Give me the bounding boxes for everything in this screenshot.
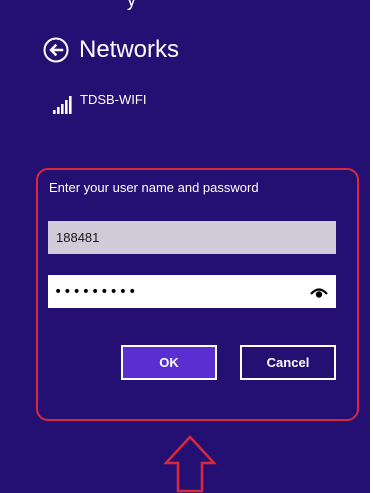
up-arrow-outline-icon [163,435,217,493]
network-settings-panel: y Networks TDSB-WIFI Enter your user nam… [0,0,370,493]
top-cropped-text: y [127,0,136,10]
eye-reveal-icon[interactable] [310,285,328,299]
network-name: TDSB-WIFI [80,92,147,107]
panel-header: Networks [42,36,179,64]
password-field[interactable] [48,275,298,308]
credentials-prompt: Enter your user name and password [49,180,259,195]
back-arrow-circle-icon [43,37,69,63]
back-button[interactable] [42,36,70,64]
screenshot-stage: y Networks TDSB-WIFI Enter your user nam… [0,0,373,493]
ok-button[interactable]: OK [121,345,217,380]
username-field[interactable] [48,221,336,254]
cancel-button[interactable]: Cancel [240,345,336,380]
network-list-item[interactable]: TDSB-WIFI [52,92,147,114]
password-field-container [48,275,336,308]
page-title: Networks [79,36,180,63]
wifi-signal-bars-icon [53,96,72,114]
